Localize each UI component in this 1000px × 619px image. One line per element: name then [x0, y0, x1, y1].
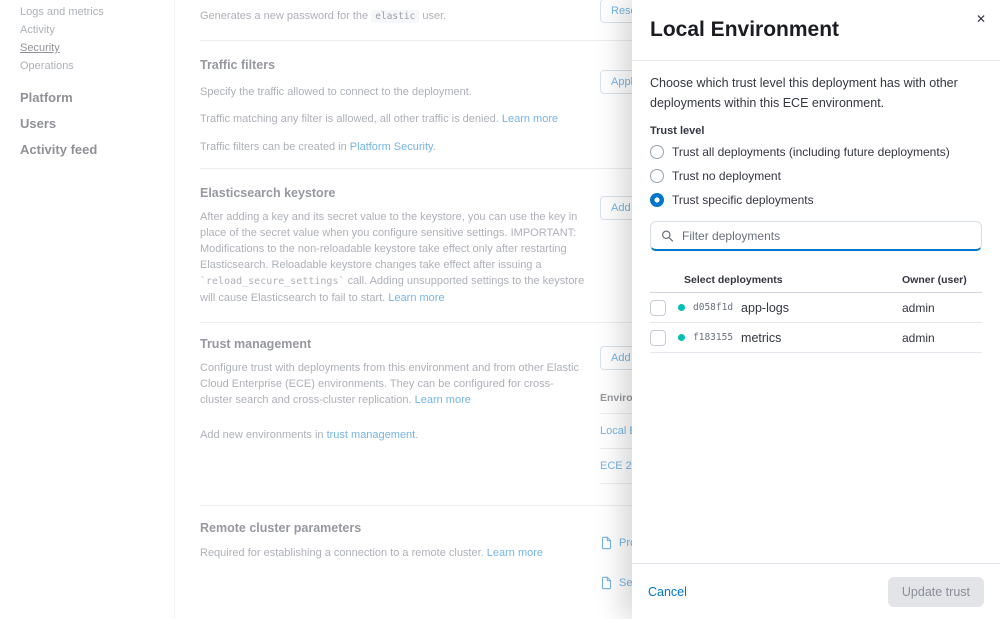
reset-password-description: Generates a new password for the elastic… [200, 8, 446, 25]
traffic-filters-note: Traffic matching any filter is allowed, … [200, 111, 620, 127]
flyout-body: Choose which trust level this deployment… [632, 61, 1000, 563]
deployment-name: app-logs [741, 301, 789, 315]
keystore-desc: After adding a key and its secret value … [200, 209, 598, 306]
sidebar-item-security[interactable]: Security [20, 39, 174, 57]
platform-security-link[interactable]: Platform Security [350, 141, 433, 153]
filter-deployments-field[interactable] [650, 221, 982, 251]
elastic-user-code: elastic [371, 10, 419, 23]
owner-header: Owner (user) [902, 274, 982, 286]
document-icon [600, 536, 613, 550]
sidebar-item-activity[interactable]: Activity [20, 21, 174, 39]
trust-management-title: Trust management [200, 337, 311, 351]
radio-icon[interactable] [650, 169, 664, 183]
app-root: Logs and metrics Activity Security Opera… [0, 0, 1000, 619]
learn-more-link[interactable]: Learn more [487, 547, 543, 559]
local-environment-flyout: Local Environment ✕ Choose which trust l… [632, 0, 1000, 619]
deployment-owner: admin [902, 331, 982, 345]
health-dot-icon [678, 334, 685, 341]
radio-trust-specific[interactable]: Trust specific deployments [650, 191, 982, 209]
trust-management-link[interactable]: trust management [327, 429, 416, 441]
flyout-title: Local Environment [650, 16, 982, 44]
learn-more-link[interactable]: Learn more [415, 394, 471, 406]
update-trust-button[interactable]: Update trust [888, 577, 984, 607]
health-dot-icon [678, 304, 685, 311]
deployment-owner: admin [902, 301, 982, 315]
sidebar-item-logs-and-metrics[interactable]: Logs and metrics [20, 3, 174, 21]
radio-icon[interactable] [650, 145, 664, 159]
learn-more-link[interactable]: Learn more [502, 113, 558, 125]
trust-level-label: Trust level [650, 125, 982, 137]
document-icon [600, 576, 613, 590]
flyout-footer: Cancel Update trust [632, 563, 1000, 619]
environment-link-ece[interactable]: ECE 2 [600, 460, 632, 472]
reload-settings-code: `reload_secure_settings` [200, 276, 345, 287]
select-deployments-header: Select deployments [650, 274, 902, 286]
remote-cluster-desc: Required for establishing a connection t… [200, 545, 585, 561]
deployment-name: metrics [741, 331, 781, 345]
table-row: f183155 metrics admin [650, 323, 982, 353]
deployment-checkbox[interactable] [650, 330, 666, 346]
radio-trust-none[interactable]: Trust no deployment [650, 167, 982, 185]
traffic-filters-title: Traffic filters [200, 58, 275, 72]
traffic-filters-created: Traffic filters can be created in Platfo… [200, 139, 620, 155]
add-environments-note: Add new environments in trust management… [200, 427, 585, 443]
sidebar-item-operations[interactable]: Operations [20, 57, 174, 75]
filter-deployments-input[interactable] [682, 229, 971, 243]
sidebar-item-users[interactable]: Users [20, 111, 174, 137]
deployments-table: Select deployments Owner (user) d058f1d … [650, 267, 982, 353]
learn-more-link[interactable]: Learn more [388, 292, 444, 304]
radio-icon-selected[interactable] [650, 193, 664, 207]
flyout-description: Choose which trust level this deployment… [650, 73, 982, 113]
sidebar-item-activity-feed[interactable]: Activity feed [20, 137, 174, 163]
traffic-filters-desc: Specify the traffic allowed to connect t… [200, 84, 620, 100]
cancel-button[interactable]: Cancel [648, 585, 687, 599]
sidebar: Logs and metrics Activity Security Opera… [0, 0, 175, 619]
radio-trust-all[interactable]: Trust all deployments (including future … [650, 143, 982, 161]
search-icon [661, 229, 674, 243]
sidebar-item-platform[interactable]: Platform [20, 85, 174, 111]
deployment-id: d058f1d [693, 302, 733, 313]
deployment-checkbox[interactable] [650, 300, 666, 316]
deployment-id: f183155 [693, 332, 733, 343]
keystore-title: Elasticsearch keystore [200, 186, 336, 200]
trust-management-desc: Configure trust with deployments from th… [200, 360, 585, 408]
close-icon[interactable]: ✕ [976, 12, 986, 26]
flyout-header: Local Environment ✕ [632, 0, 1000, 61]
deployments-table-header: Select deployments Owner (user) [650, 267, 982, 293]
table-row: d058f1d app-logs admin [650, 293, 982, 323]
remote-cluster-title: Remote cluster parameters [200, 521, 361, 535]
